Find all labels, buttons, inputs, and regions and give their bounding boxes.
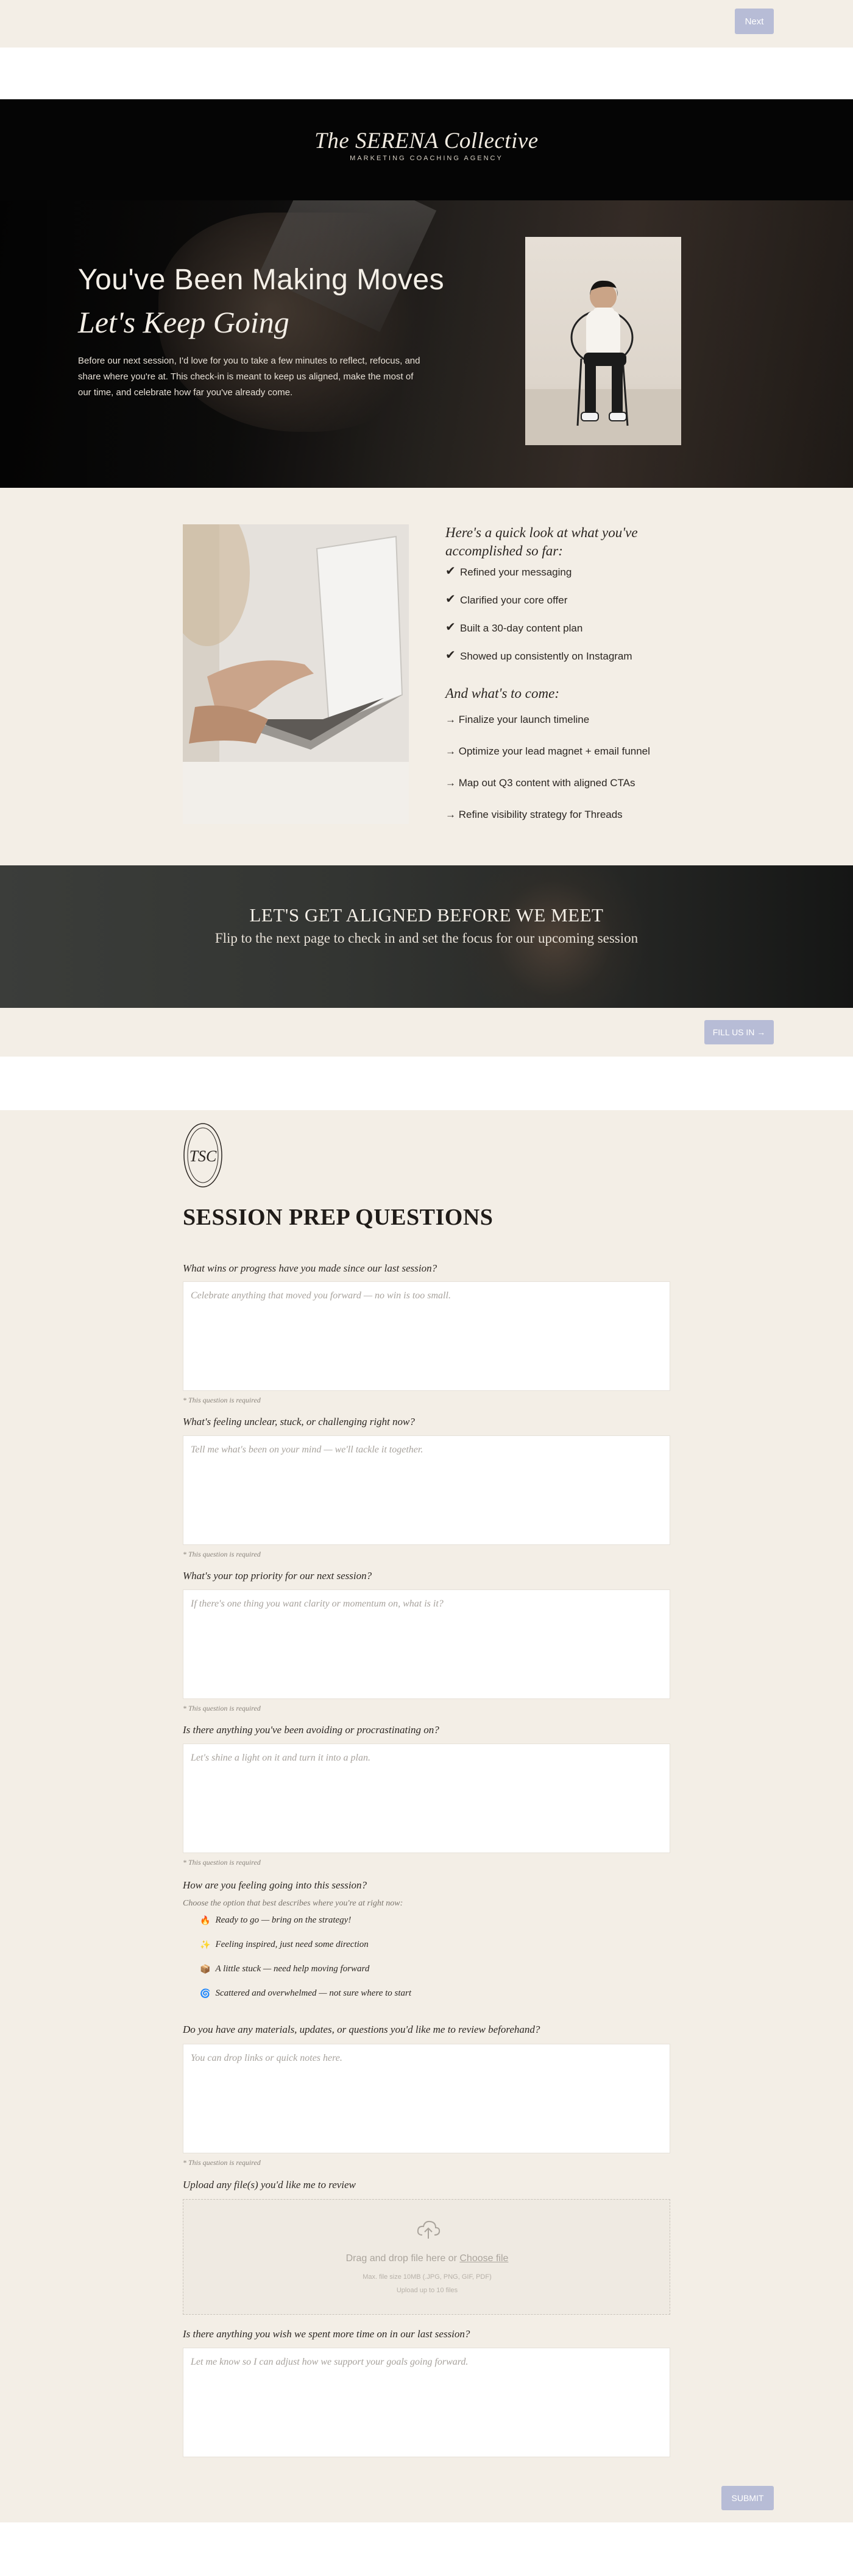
accomplished-heading: Here's a quick look at what you've accom… bbox=[445, 525, 638, 558]
stuck-textarea[interactable]: Tell me what's been on your mind — we'll… bbox=[183, 1435, 670, 1545]
feeling-option-ready[interactable]: 🔥 Ready to go — bring on the strategy! bbox=[200, 1915, 351, 1926]
feeling-option-overwhelmed[interactable]: 🌀 Scattered and overwhelmed — not sure wh… bbox=[200, 1988, 411, 1999]
spacer-band bbox=[0, 48, 853, 99]
question-stuck-label: What's feeling unclear, stuck, or challe… bbox=[183, 1416, 415, 1427]
priority-textarea[interactable]: If there's one thing you want clarity or… bbox=[183, 1589, 670, 1699]
drop-text: Drag and drop file here or bbox=[345, 2253, 457, 2264]
coach-portrait-image bbox=[525, 237, 681, 445]
required-note: * This question is required bbox=[183, 1858, 261, 1867]
fill-us-in-button[interactable]: FILL US IN → bbox=[704, 1020, 774, 1044]
choose-file-link[interactable]: Choose file bbox=[459, 2253, 508, 2264]
banner-title: LET'S GET ALIGNED BEFORE WE MEET bbox=[249, 904, 604, 926]
accomplished-list: ✔ Refined your messaging ✔ Clarified your … bbox=[445, 565, 701, 678]
feeling-hint: Choose the option that best describes wh… bbox=[183, 1899, 403, 1908]
banner-subtitle: Flip to the next page to check in and se… bbox=[214, 931, 639, 946]
materials-textarea[interactable]: You can drop links or quick notes here. bbox=[183, 2044, 670, 2153]
question-wins-label: What wins or progress have you made sinc… bbox=[183, 1262, 437, 1274]
checkmark-icon: ✔ bbox=[445, 593, 456, 606]
next-button[interactable]: Next bbox=[735, 9, 774, 34]
question-feeling-label: How are you feeling going into this sess… bbox=[183, 1879, 367, 1891]
submit-button[interactable]: SUBMIT bbox=[721, 2486, 774, 2510]
form-title: SESSION PREP QUESTIONS bbox=[183, 1205, 494, 1230]
list-item: ✔ Built a 30-day content plan bbox=[445, 621, 583, 634]
hero-background bbox=[0, 200, 853, 488]
upload-formats: Max. file size 10MB (.JPG, PNG, GIF, PDF… bbox=[363, 2273, 492, 2281]
more-time-textarea[interactable]: Let me know so I can adjust how we suppo… bbox=[183, 2348, 670, 2457]
upload-label: Upload any file(s) you'd like me to revi… bbox=[183, 2179, 356, 2191]
required-note: * This question is required bbox=[183, 1396, 261, 1404]
checkmark-icon: ✔ bbox=[445, 565, 456, 578]
to-come-list: → Finalize your launch timeline → Optimi… bbox=[445, 714, 713, 840]
hero-intro-text: Before our next session, I'd love for yo… bbox=[78, 356, 420, 398]
required-note: * This question is required bbox=[183, 1550, 261, 1558]
upload-cloud-icon bbox=[417, 2220, 441, 2239]
wins-textarea[interactable]: Celebrate anything that moved you forwar… bbox=[183, 1281, 670, 1391]
question-priority-label: What's your top priority for our next se… bbox=[183, 1570, 372, 1582]
required-note: * This question is required bbox=[183, 2158, 261, 2167]
brand-tagline: MARKETING COACHING AGENCY bbox=[350, 155, 503, 162]
laptop-photo bbox=[183, 524, 409, 824]
hero-subtitle: Let's Keep Going bbox=[78, 305, 289, 339]
question-avoiding-label: Is there anything you've been avoiding o… bbox=[183, 1724, 439, 1736]
question-materials-label: Do you have any materials, updates, or q… bbox=[183, 2024, 540, 2035]
to-come-heading: And what's to come: bbox=[445, 686, 559, 701]
avoiding-textarea[interactable]: Let's shine a light on it and turn it in… bbox=[183, 1744, 670, 1853]
list-item: → Map out Q3 content with aligned CTAs bbox=[445, 777, 635, 789]
footer-band bbox=[0, 2522, 853, 2576]
box-icon: 📦 bbox=[200, 1964, 211, 1974]
sparkles-icon: ✨ bbox=[200, 1940, 211, 1950]
feeling-option-inspired[interactable]: ✨ Feeling inspired, just need some direct… bbox=[200, 1940, 369, 1950]
list-item: → Finalize your launch timeline bbox=[445, 714, 590, 725]
list-item: → Refine visibility strategy for Threads bbox=[445, 809, 623, 820]
svg-text:TSC: TSC bbox=[189, 1147, 217, 1165]
checkmark-icon: ✔ bbox=[445, 621, 456, 634]
top-bar bbox=[0, 0, 853, 48]
checkmark-icon: ✔ bbox=[445, 649, 456, 662]
spacer-band bbox=[0, 1057, 853, 1110]
feeling-option-stuck[interactable]: 📦 A little stuck — need help moving forwa… bbox=[200, 1964, 369, 1974]
swirl-icon: 🌀 bbox=[200, 1988, 211, 1999]
list-item: ✔ Refined your messaging bbox=[445, 565, 572, 578]
file-dropzone[interactable]: Drag and drop file here or Choose file M… bbox=[183, 2199, 670, 2315]
list-item: → Optimize your lead magnet + email funn… bbox=[445, 745, 650, 757]
question-more-time-label: Is there anything you wish we spent more… bbox=[183, 2328, 470, 2340]
list-item: ✔ Clarified your core offer bbox=[445, 593, 568, 606]
upload-limit: Upload up to 10 files bbox=[396, 2287, 458, 2294]
list-item: ✔ Showed up consistently on Instagram bbox=[445, 649, 632, 662]
hero-title: You've Been Making Moves bbox=[78, 264, 445, 296]
required-note: * This question is required bbox=[183, 1704, 261, 1712]
fire-icon: 🔥 bbox=[200, 1915, 211, 1926]
collective-seal-icon: TSC bbox=[183, 1123, 222, 1188]
brand-logo-text: The SERENA Collective bbox=[314, 128, 539, 153]
